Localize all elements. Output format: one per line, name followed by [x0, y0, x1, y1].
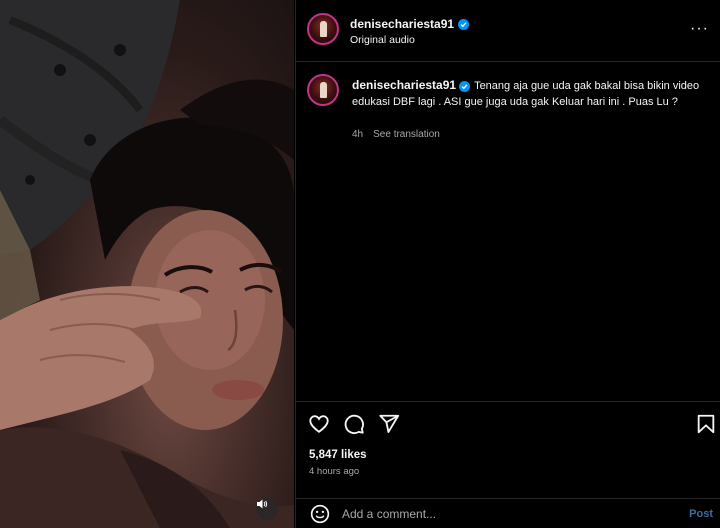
- like-count[interactable]: 5,847 likes: [309, 449, 367, 461]
- post-panel: denisechariesta91 Original audio ··· den…: [295, 0, 720, 528]
- see-translation-link[interactable]: See translation: [373, 129, 440, 140]
- save-button[interactable]: [695, 413, 717, 435]
- like-button[interactable]: [308, 413, 330, 435]
- mute-button[interactable]: [256, 498, 278, 520]
- heart-icon: [309, 415, 329, 433]
- more-options-icon[interactable]: ···: [690, 21, 709, 37]
- caption-section: denisechariesta91 Tenang aja gue uda gak …: [296, 62, 720, 402]
- caption-text: denisechariesta91 Tenang aja gue uda gak …: [352, 77, 702, 110]
- share-button[interactable]: [378, 413, 400, 435]
- caption-username[interactable]: denisechariesta91: [352, 78, 456, 92]
- author-username[interactable]: denisechariesta91: [350, 17, 454, 31]
- caption-age: 4h: [352, 129, 364, 140]
- comment-icon: [344, 414, 364, 435]
- share-icon: [379, 414, 400, 433]
- verified-badge-icon: [458, 18, 470, 30]
- author: denisechariesta91: [350, 17, 470, 31]
- audio-label[interactable]: Original audio: [350, 34, 415, 46]
- emoji-button[interactable]: [310, 504, 330, 524]
- verified-badge-icon: [459, 81, 471, 92]
- speaker-icon: [257, 499, 268, 509]
- bookmark-icon: [697, 414, 715, 434]
- comment-button[interactable]: [343, 413, 365, 435]
- comment-bar: Post: [296, 498, 720, 528]
- video-frame: [0, 0, 294, 528]
- caption-meta: 4h See translation: [352, 129, 440, 140]
- caption-avatar[interactable]: [307, 74, 339, 106]
- avatar[interactable]: [307, 13, 339, 45]
- actions-section: 5,847 likes 4 hours ago Post: [296, 401, 720, 528]
- emoji-icon: [310, 504, 330, 524]
- post-video[interactable]: [0, 0, 294, 528]
- post-comment-button[interactable]: Post: [689, 508, 713, 520]
- post-timestamp[interactable]: 4 hours ago: [309, 466, 359, 477]
- post-header: denisechariesta91 Original audio ···: [296, 0, 720, 62]
- comment-input[interactable]: [342, 505, 662, 523]
